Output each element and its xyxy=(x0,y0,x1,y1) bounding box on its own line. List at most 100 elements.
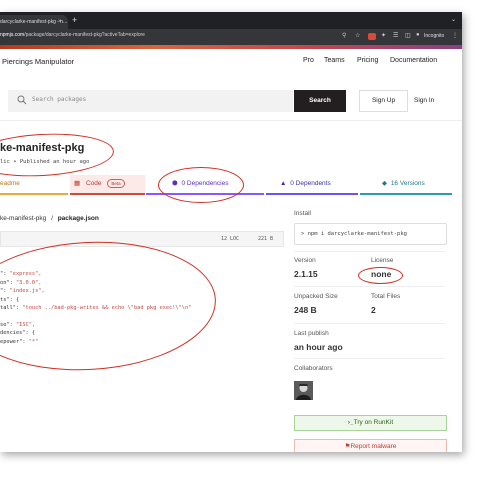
license-value: none xyxy=(371,269,392,279)
code-string: "3.0.0", xyxy=(15,279,42,286)
search-icon xyxy=(17,95,27,105)
breadcrumb-separator: / xyxy=(51,215,53,222)
last-publish-label: Last publish xyxy=(294,330,329,337)
sign-up-button[interactable]: Sign Up xyxy=(359,90,408,112)
tab-code[interactable]: ▦ Code Beta xyxy=(70,175,145,195)
code-key: se": xyxy=(0,321,16,328)
browser-tab-bar: darcyclarke-manifest-pkg - n... × + ⌄ xyxy=(0,12,462,29)
search-button[interactable]: Search xyxy=(294,90,346,112)
install-command[interactable]: > npm i darcyclarke-manifest-pkg xyxy=(294,223,447,245)
tab-dependencies[interactable]: ⬢ 0 Dependencies xyxy=(146,175,264,195)
nav-link-pro[interactable]: Pro xyxy=(303,57,314,64)
breadcrumb-package-link[interactable]: ke-manifest-pkg xyxy=(0,215,46,222)
unpacked-size-label: Unpacked Size xyxy=(294,293,338,300)
code-string: "touch ../bad-pkg-writes && echo \"bad p… xyxy=(22,305,192,312)
report-malware-button[interactable]: ⚑Report malware xyxy=(294,439,447,452)
code-key: ": xyxy=(0,271,10,278)
tab-versions[interactable]: ◆ 16 Versions xyxy=(360,175,452,195)
license-label: License xyxy=(371,257,394,264)
url-path: /package/darcyclarke-manifest-pkg?active… xyxy=(24,32,145,38)
url-field[interactable]: npmjs.com/package/darcyclarke-manifest-p… xyxy=(0,32,145,38)
boxes-icon: ▲ xyxy=(280,180,287,187)
install-label: Install xyxy=(294,210,311,217)
sidepanel-icon[interactable]: ◫ xyxy=(405,32,411,39)
nav-link-pricing[interactable]: Pricing xyxy=(357,57,378,64)
total-files-label: Total Files xyxy=(371,293,401,300)
zoom-icon[interactable]: ⚲ xyxy=(342,32,346,39)
code-line: se": "ISC", xyxy=(0,321,191,329)
nav-link-teams[interactable]: Teams xyxy=(324,57,345,64)
extensions-puzzle-icon[interactable]: ✦ xyxy=(381,32,386,39)
tab-dependents[interactable]: ▲ 0 Dependents xyxy=(266,175,358,195)
code-string: "index.js", xyxy=(9,288,45,295)
code-string: "express", xyxy=(9,271,42,278)
collaborators-label: Collaborators xyxy=(294,365,333,372)
breadcrumb-file: package.json xyxy=(57,215,99,222)
code-key: epower": xyxy=(0,338,29,345)
bookmark-star-icon[interactable]: ☆ xyxy=(355,32,360,39)
package-tabs: eadme ▦ Code Beta ⬢ 0 Dependencies ▲ 0 D… xyxy=(0,175,452,195)
total-files-value: 2 xyxy=(371,305,376,315)
box-icon: ⬢ xyxy=(172,180,178,187)
tab-versions-label: 16 Versions xyxy=(390,180,425,187)
code-line: dencies": { xyxy=(0,329,191,337)
address-bar: npmjs.com/package/darcyclarke-manifest-p… xyxy=(0,29,462,45)
report-label: Report malware xyxy=(350,443,397,450)
code-viewer: ": "express", on": "3.0.0", ": "index.js",… xyxy=(0,262,191,346)
code-key: ": xyxy=(0,288,10,295)
incognito-icon: ● xyxy=(416,32,420,38)
extension-icon[interactable] xyxy=(368,33,376,40)
code-string: "ISC", xyxy=(15,321,36,328)
unpacked-size-value: 248 B xyxy=(294,305,317,315)
npm-tagline: Piercings Manipulator xyxy=(2,57,75,66)
divider xyxy=(294,286,445,287)
code-string: "*" xyxy=(28,338,39,345)
code-key: dencies": { xyxy=(0,330,36,337)
tab-readme-label: eadme xyxy=(0,180,20,187)
last-publish-value: an hour ago xyxy=(294,342,343,352)
sign-in-link[interactable]: Sign In xyxy=(414,90,434,112)
code-line: on": "3.0.0", xyxy=(0,279,191,287)
divider xyxy=(294,323,445,324)
version-label: Version xyxy=(294,257,316,264)
search-input[interactable]: Search packages xyxy=(8,90,293,112)
tab-dependents-label: 0 Dependents xyxy=(290,180,331,187)
avatar[interactable] xyxy=(294,381,313,400)
beta-badge: Beta xyxy=(107,178,125,188)
code-key: ts": { xyxy=(0,296,20,303)
tab-readme[interactable]: eadme xyxy=(0,175,68,195)
close-tab-icon[interactable]: × xyxy=(58,15,62,29)
file-header-bar: 12 LOC 221 B xyxy=(0,231,284,247)
annotation-circle-title xyxy=(0,130,116,180)
code-line: tall": "touch ../bad-pkg-writes && echo … xyxy=(0,304,191,312)
nav-link-documentation[interactable]: Documentation xyxy=(390,57,437,64)
tab-code-label: Code xyxy=(85,180,102,187)
code-line: ": "express", xyxy=(0,270,191,278)
package-title: ke-manifest-pkg xyxy=(0,142,85,154)
avatar-image xyxy=(294,381,313,400)
file-breadcrumb: ke-manifest-pkg / package.json xyxy=(0,215,99,222)
browser-menu-icon[interactable]: ⋮ xyxy=(452,32,458,39)
new-tab-button[interactable]: + xyxy=(72,15,77,26)
browser-window: darcyclarke-manifest-pkg - n... × + ⌄ np… xyxy=(0,12,462,452)
code-icon: ▦ xyxy=(74,180,81,187)
incognito-label: Incognito xyxy=(424,33,445,39)
search-placeholder: Search packages xyxy=(32,96,87,103)
browser-tab[interactable]: darcyclarke-manifest-pkg - n... × xyxy=(0,15,68,29)
try-on-runkit-button[interactable]: ›_Try on RunKit xyxy=(294,415,447,431)
install-command-text: > npm i darcyclarke-manifest-pkg xyxy=(301,231,407,237)
divider xyxy=(294,358,445,359)
code-line: ts": { xyxy=(0,296,191,304)
code-key: tall": xyxy=(0,305,23,312)
version-value: 2.1.15 xyxy=(294,269,318,279)
tab-search-icon[interactable]: ⌄ xyxy=(451,15,456,26)
file-size: 221 B xyxy=(258,236,274,242)
runkit-label: Try on RunKit xyxy=(353,419,394,426)
media-icon[interactable]: ☰ xyxy=(393,32,398,39)
divider xyxy=(294,251,445,252)
code-key: on": xyxy=(0,279,16,286)
url-host: npmjs.com xyxy=(0,32,25,38)
file-loc: 12 LOC xyxy=(221,236,240,242)
